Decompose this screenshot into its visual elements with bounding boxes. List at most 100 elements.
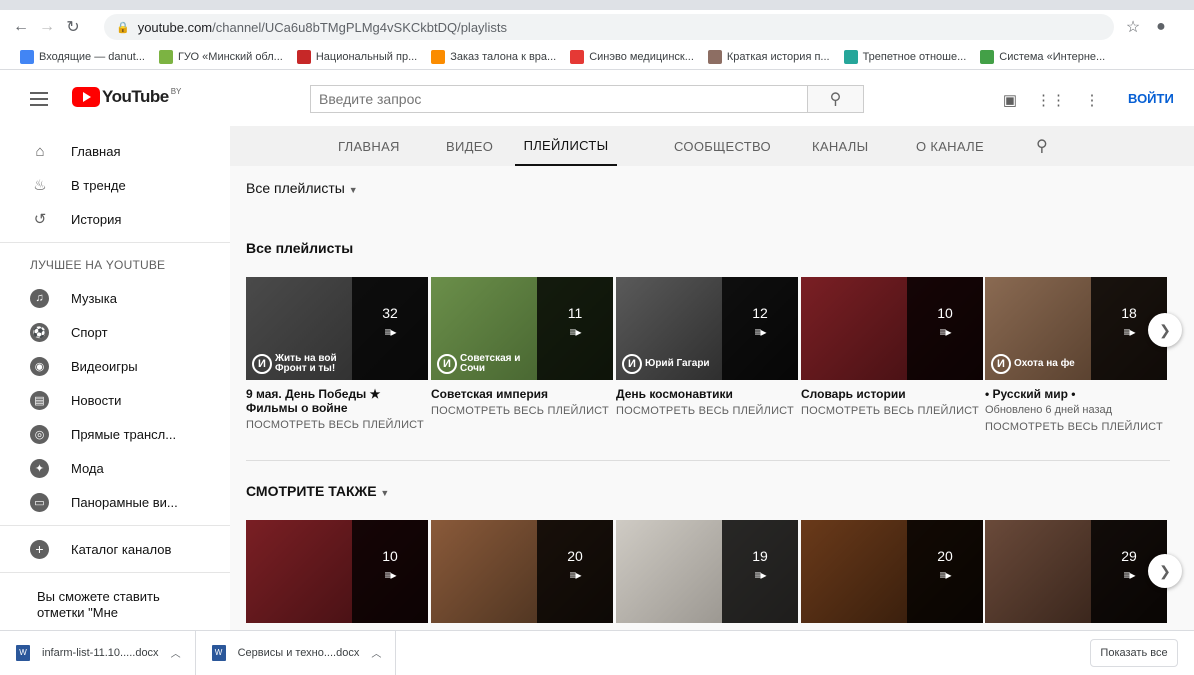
back-icon[interactable]: ← <box>10 16 32 38</box>
sidebar-item-music[interactable]: ♫ Музыка <box>0 281 230 315</box>
lock-icon: 🔒 <box>116 21 130 34</box>
download-filename: infarm-list-11.10.....docx <box>42 646 159 659</box>
menu-icon[interactable] <box>30 92 48 106</box>
playlist-card[interactable]: И Жить на вой Фронт и ты! 32 ≡▸ 9 мая. День П… <box>246 277 428 431</box>
sidebar-item-gamepad[interactable]: ◉ Видеоигры <box>0 349 230 383</box>
playlist-thumbnail[interactable]: 10 ≡▸ <box>246 520 428 623</box>
playlist-count-overlay: 10 ≡▸ <box>907 277 983 380</box>
sidebar-item-catalog[interactable]: + Каталог каналов <box>0 532 230 566</box>
playlist-card[interactable]: И Охота на фе 18 ≡▸ • Русский мир • Обновлено… <box>985 277 1167 433</box>
apps-icon[interactable]: ⋮⋮ <box>1036 90 1066 110</box>
view-full-playlist-link[interactable]: ПОСМОТРЕТЬ ВЕСЬ ПЛЕЙЛИСТ <box>431 405 613 417</box>
playlist-thumbnail[interactable]: И Жить на вой Фронт и ты! 32 ≡▸ <box>246 277 428 380</box>
reload-icon[interactable]: ↻ <box>62 16 84 38</box>
sidebar-item-news[interactable]: ▤ Новости <box>0 383 230 417</box>
bookmark-item[interactable]: Национальный пр... <box>296 50 417 64</box>
more-icon[interactable]: ⋮ <box>1082 90 1102 110</box>
sidebar-item-history[interactable]: ↺ История <box>0 202 230 236</box>
create-video-icon[interactable]: ▣ <box>1000 90 1020 110</box>
sidebar-item-home[interactable]: ⌂ Главная <box>0 134 230 168</box>
playlist-card[interactable]: 10 ≡▸ <box>246 520 428 623</box>
playlist-title[interactable]: День космонавтики <box>616 387 798 401</box>
playlist-card[interactable]: И Юрий Гагари 12 ≡▸ День космонавтики ПОСМОТР… <box>616 277 798 417</box>
playlist-thumbnail[interactable]: 19 ≡▸ <box>616 520 798 623</box>
playlist-thumbnail[interactable]: 10 ≡▸ <box>801 277 983 380</box>
youtube-logo[interactable]: YouTube BY <box>72 87 181 107</box>
playlist-card[interactable]: 10 ≡▸ Словарь истории ПОСМОТРЕТЬ ВЕСЬ ПЛЕЙЛ… <box>801 277 983 417</box>
playlist-card[interactable]: 19 ≡▸ <box>616 520 798 623</box>
search-input[interactable] <box>310 85 808 113</box>
playlist-count-overlay: 10 ≡▸ <box>352 520 428 623</box>
url-path: /channel/UCa6u8bTMgPLMg4vSKCkbtDQ/playli… <box>212 19 507 35</box>
playlist-card[interactable]: 20 ≡▸ <box>801 520 983 623</box>
playlist-thumbnail[interactable]: 20 ≡▸ <box>431 520 613 623</box>
sidebar-item-panorama[interactable]: ▭ Панорамные ви... <box>0 485 230 519</box>
divider <box>0 525 230 526</box>
profile-icon[interactable]: ● <box>1150 16 1172 38</box>
playlist-row: И Жить на вой Фронт и ты! 32 ≡▸ 9 мая. День П… <box>246 277 1190 433</box>
bookmark-item[interactable]: ГУО «Минский обл... <box>158 50 283 64</box>
url-bar[interactable]: 🔒 youtube.com/channel/UCa6u8bTMgPLMg4vSK… <box>104 14 1114 40</box>
playlist-thumbnail[interactable]: И Охота на фе 18 ≡▸ <box>985 277 1167 380</box>
caption-line: Фронт и ты! <box>275 363 336 374</box>
bookmark-item[interactable]: Трепетное отноше... <box>843 50 966 64</box>
flame-icon: ♨ <box>33 177 47 194</box>
view-full-playlist-link[interactable]: ПОСМОТРЕТЬ ВЕСЬ ПЛЕЙЛИСТ <box>801 405 983 417</box>
bookmark-label: Система «Интерне... <box>999 51 1106 63</box>
playlist-card[interactable]: И Советская и Сочи 11 ≡▸ Советская империя ПОС… <box>431 277 613 417</box>
sidebar-item-label: Новости <box>71 392 122 408</box>
playlist-count-overlay: 32 ≡▸ <box>352 277 428 380</box>
next-arrow-icon[interactable]: ❯ <box>1148 313 1182 347</box>
video-count: 29 <box>1121 547 1137 564</box>
tab-0[interactable]: ГЛАВНАЯ <box>338 126 400 166</box>
sidebar-item-fashion[interactable]: ✦ Мода <box>0 451 230 485</box>
bookmark-item[interactable]: Краткая история п... <box>707 50 830 64</box>
sidebar-item-live[interactable]: ◎ Прямые трансл... <box>0 417 230 451</box>
bookmark-item[interactable]: Синэво медицинск... <box>570 50 694 64</box>
chevron-up-icon[interactable]: ︿ <box>371 645 381 660</box>
playlist-thumbnail[interactable]: И Юрий Гагари 12 ≡▸ <box>616 277 798 380</box>
bookmark-item[interactable]: Входящие — danut... <box>20 50 145 64</box>
download-item[interactable]: W Сервисы и техно....docx ︿ <box>196 630 397 675</box>
tab-1[interactable]: ВИДЕО <box>446 126 493 166</box>
signin-button[interactable]: ВОЙТИ <box>1128 91 1174 106</box>
chevron-up-icon[interactable]: ︿ <box>171 645 181 660</box>
tab-3[interactable]: СООБЩЕСТВО <box>674 126 771 166</box>
playlist-thumbnail[interactable]: И Советская и Сочи 11 ≡▸ <box>431 277 613 380</box>
playlist-thumbnail[interactable]: 29 ≡▸ <box>985 520 1167 623</box>
playlist-thumbnail[interactable]: 20 ≡▸ <box>801 520 983 623</box>
bookmark-favicon-icon <box>707 50 722 64</box>
view-full-playlist-link[interactable]: ПОСМОТРЕТЬ ВЕСЬ ПЛЕЙЛИСТ <box>246 419 428 431</box>
search-button[interactable]: ⚲ <box>808 85 864 113</box>
bookmark-item[interactable]: Заказ талона к вра... <box>431 50 556 64</box>
channel-search-icon[interactable]: ⚲ <box>1036 136 1048 156</box>
bookmark-item[interactable]: Система «Интерне... <box>980 50 1105 64</box>
playlist-filter-dropdown[interactable]: Все плейлисты ▼ <box>246 180 358 196</box>
sidebar-item-label: Прямые трансл... <box>71 426 177 442</box>
channel-logo-icon: И <box>991 354 1011 374</box>
playlist-title[interactable]: • Русский мир • <box>985 387 1167 401</box>
tab-4[interactable]: КАНАЛЫ <box>812 126 868 166</box>
video-count: 32 <box>382 304 398 321</box>
sidebar-item-sport[interactable]: ⚽ Спорт <box>0 315 230 349</box>
show-all-button[interactable]: Показать все <box>1090 639 1178 667</box>
sidebar-item-flame[interactable]: ♨ В тренде <box>0 168 230 202</box>
playlist-title[interactable]: 9 мая. День Победы ★ Фильмы о войне <box>246 387 428 415</box>
download-item[interactable]: Winfarm-list-11.10.....docx ︿ <box>0 630 196 675</box>
tab-2[interactable]: ПЛЕЙЛИСТЫ <box>515 126 617 166</box>
view-full-playlist-link[interactable]: ПОСМОТРЕТЬ ВЕСЬ ПЛЕЙЛИСТ <box>985 421 1167 433</box>
filter-label: Все плейлисты <box>246 180 345 196</box>
next-arrow-icon[interactable]: ❯ <box>1148 554 1182 588</box>
sidebar-item-label: Видеоигры <box>71 358 138 374</box>
news-icon: ▤ <box>30 390 49 410</box>
docx-file-icon: W <box>16 644 30 661</box>
channel-tabs: ГЛАВНАЯ ВИДЕО ПЛЕЙЛИСТЫ СООБЩЕСТВО КАНАЛЫ О К… <box>230 126 1194 166</box>
playlist-card[interactable]: 29 ≡▸ <box>985 520 1167 623</box>
forward-icon[interactable]: → <box>36 16 58 38</box>
playlist-title[interactable]: Словарь истории <box>801 387 983 401</box>
playlist-title[interactable]: Советская империя <box>431 387 613 401</box>
star-icon[interactable]: ☆ <box>1122 16 1144 38</box>
view-full-playlist-link[interactable]: ПОСМОТРЕТЬ ВЕСЬ ПЛЕЙЛИСТ <box>616 405 798 417</box>
tab-5[interactable]: О КАНАЛЕ <box>916 126 984 166</box>
playlist-card[interactable]: 20 ≡▸ <box>431 520 613 623</box>
